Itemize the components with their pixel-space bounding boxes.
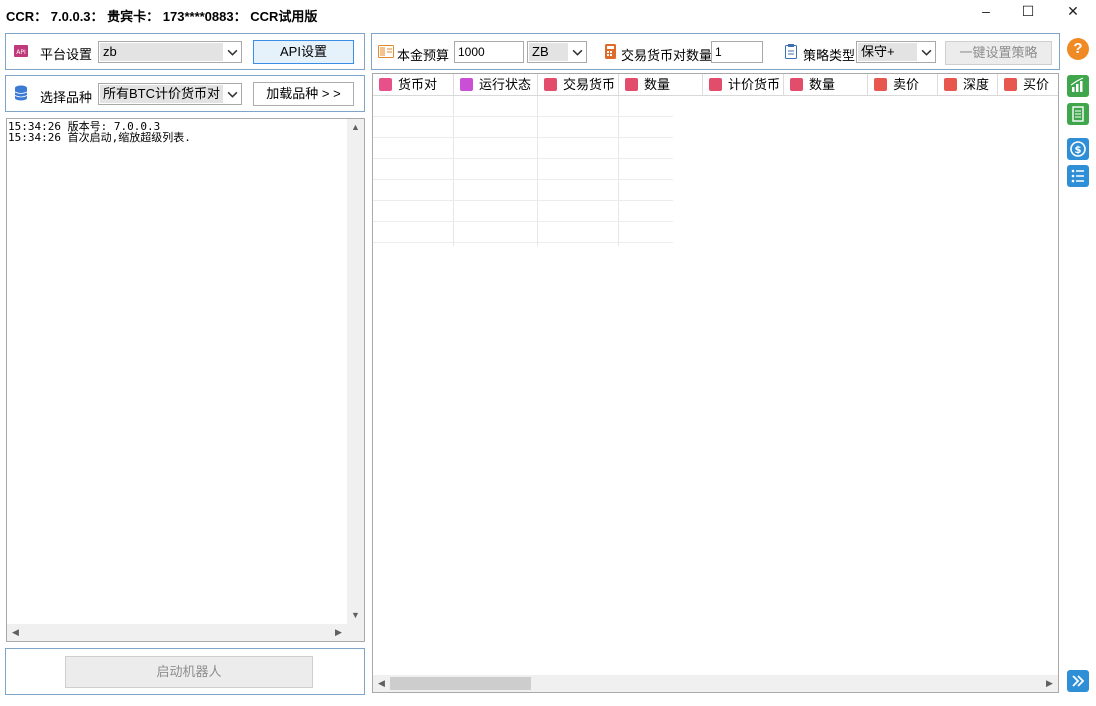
- platform-label: 平台设置: [40, 47, 93, 62]
- help-icon[interactable]: ?: [1067, 38, 1089, 60]
- book-icon: [378, 45, 394, 58]
- title-bar: CCR： 7.0.0.3： 贵宾卡： 173****0883： CCR试用版 –…: [0, 0, 1096, 30]
- calculator-icon: [605, 44, 616, 59]
- column-header[interactable]: 买价: [998, 74, 1058, 96]
- list-icon[interactable]: [1067, 165, 1089, 187]
- column-header[interactable]: 数量: [784, 74, 868, 96]
- bitcoin-icon: [379, 78, 392, 91]
- column-header-label: 深度: [963, 77, 990, 92]
- window-title: CCR： 7.0.0.3： 贵宾卡： 173****0883： CCR试用版: [6, 9, 318, 24]
- column-header-label: 计价货币: [728, 77, 781, 92]
- chevron-down-icon: [227, 49, 238, 56]
- expand-panel-icon[interactable]: [1067, 670, 1089, 692]
- variety-panel: 选择品种 所有BTC计价货币对 加载品种 > >: [5, 75, 365, 112]
- coin-icon[interactable]: $: [1067, 138, 1089, 160]
- variety-select[interactable]: 所有BTC计价货币对: [98, 83, 242, 105]
- load-variety-button[interactable]: 加载品种 > >: [253, 82, 354, 106]
- platform-panel: API 平台设置 zb API设置: [5, 33, 365, 70]
- column-header[interactable]: 计价货币: [703, 74, 784, 96]
- scroll-down-icon[interactable]: ▼: [347, 607, 364, 624]
- list-icon: [944, 78, 957, 91]
- scroll-left-icon[interactable]: ◀: [7, 624, 24, 641]
- log-line: 15:34:26 首次启动,缩放超级列表.: [8, 131, 191, 144]
- log-vertical-scrollbar[interactable]: ▲ ▼: [347, 119, 364, 624]
- cube-icon: [790, 78, 803, 91]
- list-icon: [874, 78, 887, 91]
- monitor-icon: [460, 78, 473, 91]
- column-header[interactable]: 货币对: [373, 74, 454, 96]
- column-header-label: 卖价: [893, 77, 920, 92]
- variety-label: 选择品种: [40, 90, 93, 105]
- log-horizontal-scrollbar[interactable]: ◀ ▶: [7, 624, 347, 641]
- column-header[interactable]: 卖价: [868, 74, 938, 96]
- pair-count-input[interactable]: 1: [711, 41, 763, 63]
- pairs-table[interactable]: 货币对 运行状态 交易货币 数量 计价货币 数量 卖价 深度 买价 ◀ ▶: [372, 73, 1059, 693]
- column-header-label: 货币对: [398, 77, 438, 92]
- budget-input[interactable]: 1000: [454, 41, 524, 63]
- column-header[interactable]: 交易货币: [538, 74, 619, 96]
- chevron-down-icon: [572, 49, 583, 56]
- scroll-corner: [347, 624, 364, 641]
- table-horizontal-scrollbar[interactable]: ◀ ▶: [373, 675, 1058, 692]
- pair-count-label: 交易货币对数量: [621, 48, 713, 63]
- strategy-toolbar: 本金预算 1000 ZB 交易货币对数量 1 策略类型 保守+ 一键设置策略: [371, 33, 1060, 70]
- clipboard-icon: [785, 44, 797, 59]
- maximize-button[interactable]: ☐: [1005, 0, 1051, 22]
- column-header-label: 数量: [644, 77, 671, 92]
- scroll-right-icon[interactable]: ▶: [330, 624, 347, 641]
- close-button[interactable]: ✕: [1050, 0, 1096, 22]
- scroll-right-icon[interactable]: ▶: [1041, 675, 1058, 692]
- column-header[interactable]: 运行状态: [454, 74, 538, 96]
- scroll-thumb[interactable]: [390, 677, 531, 690]
- scroll-left-icon[interactable]: ◀: [373, 675, 390, 692]
- platform-select[interactable]: zb: [98, 41, 242, 63]
- api-icon: API: [14, 45, 28, 57]
- database-icon: [14, 85, 28, 101]
- log-lines: 15:34:26 版本号: 7.0.0.3 15:34:26 首次启动,缩放超级…: [8, 121, 191, 143]
- start-panel: 启动机器人: [5, 648, 365, 695]
- start-robot-button[interactable]: 启动机器人: [65, 656, 313, 688]
- variety-select-value: 所有BTC计价货币对: [100, 85, 223, 103]
- list-icon: [1004, 78, 1017, 91]
- log-panel[interactable]: 15:34:26 版本号: 7.0.0.3 15:34:26 首次启动,缩放超级…: [6, 118, 365, 642]
- scroll-up-icon[interactable]: ▲: [347, 119, 364, 136]
- currency-select[interactable]: ZB: [527, 41, 587, 63]
- svg-text:API: API: [16, 49, 26, 56]
- column-header-label: 买价: [1023, 77, 1050, 92]
- strategy-type-label: 策略类型: [803, 48, 856, 63]
- chevron-down-icon: [921, 49, 932, 56]
- svg-text:$: $: [1075, 145, 1082, 156]
- column-header-label: 交易货币: [563, 77, 616, 92]
- budget-label: 本金预算: [397, 48, 450, 63]
- api-settings-button[interactable]: API设置: [253, 40, 354, 64]
- set-strategy-button[interactable]: 一键设置策略: [945, 41, 1052, 65]
- column-header-label: 数量: [809, 77, 836, 92]
- cube-icon: [625, 78, 638, 91]
- currency-select-value: ZB: [529, 43, 568, 61]
- strategy-type-select[interactable]: 保守+: [856, 41, 936, 63]
- column-header[interactable]: 深度: [938, 74, 998, 96]
- column-header-label: 运行状态: [479, 77, 532, 92]
- minimize-button[interactable]: –: [963, 0, 1009, 22]
- chevron-down-icon: [227, 91, 238, 98]
- table-grid-lines: [373, 96, 673, 246]
- platform-select-value: zb: [100, 43, 223, 61]
- strategy-type-value: 保守+: [858, 43, 917, 61]
- cube-icon: [544, 78, 557, 91]
- column-header[interactable]: 数量: [619, 74, 703, 96]
- document-icon[interactable]: [1067, 103, 1089, 125]
- table-header: 货币对 运行状态 交易货币 数量 计价货币 数量 卖价 深度 买价: [373, 74, 1058, 96]
- cube-icon: [709, 78, 722, 91]
- chart-icon[interactable]: [1067, 75, 1089, 97]
